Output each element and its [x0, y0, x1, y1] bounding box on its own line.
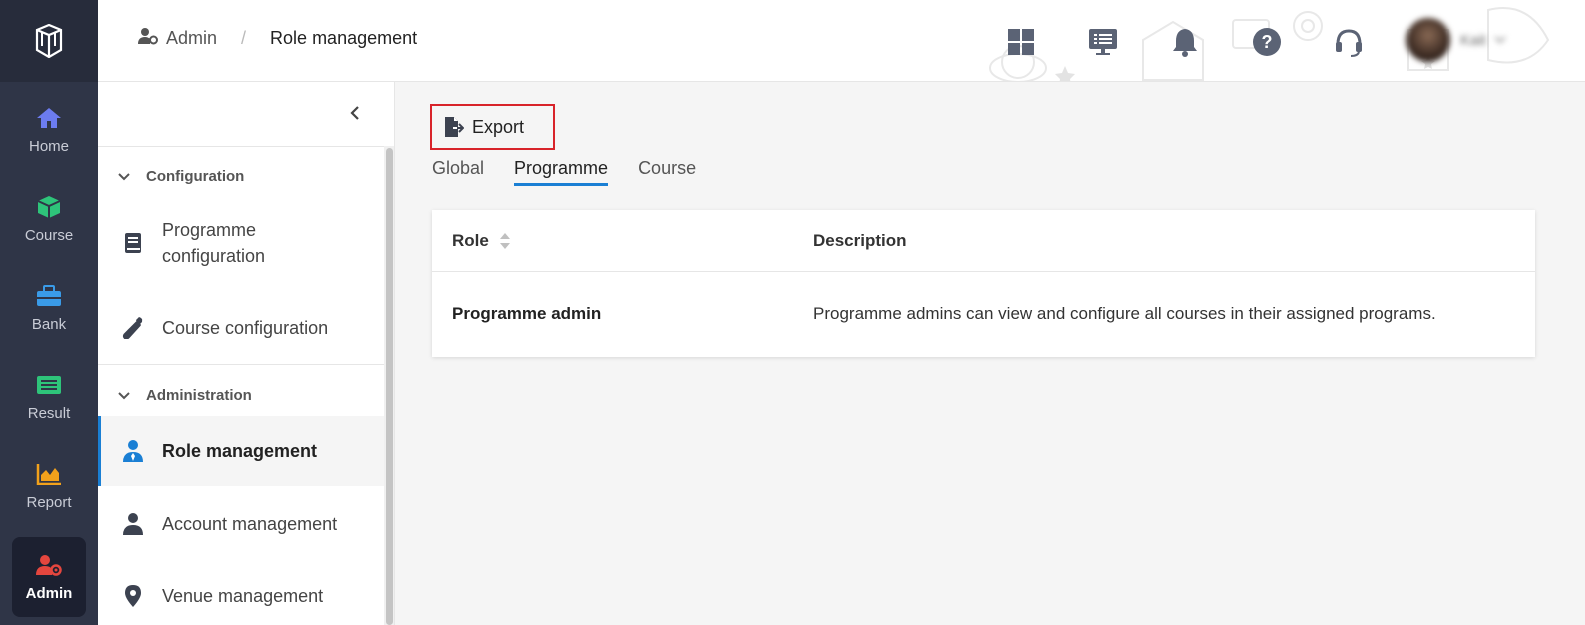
svg-text:?: ?: [1262, 32, 1273, 52]
export-button[interactable]: Export: [430, 104, 555, 150]
nav-item-venue-management[interactable]: Venue management: [98, 576, 384, 616]
rail-item-report[interactable]: Report: [12, 446, 86, 526]
table-header-row: Role Description: [432, 210, 1535, 272]
roles-table: Role Description Programme admin Program…: [432, 210, 1535, 357]
divider: [98, 364, 384, 365]
user-menu[interactable]: Kait: [1406, 18, 1506, 62]
home-icon: [36, 106, 62, 130]
export-button-label: Export: [472, 116, 525, 137]
headset-icon[interactable]: [1329, 22, 1369, 62]
breadcrumb: Admin / Role management: [138, 27, 417, 50]
cell-description: Programme admins can view and configure …: [813, 304, 1436, 323]
rail-item-label: Report: [26, 493, 72, 511]
chevron-down-icon: [1494, 31, 1506, 49]
divider: [98, 146, 384, 147]
nav-item-label: Account management: [162, 514, 338, 534]
rail-item-bank[interactable]: Bank: [12, 268, 86, 348]
table-row[interactable]: Programme admin Programme admins can vie…: [432, 272, 1535, 357]
nav-item-programme-configuration[interactable]: Programme configuration: [98, 212, 384, 274]
rail-item-label: Result: [27, 404, 71, 422]
user-gear-icon: [36, 553, 62, 577]
scrollbar-thumb[interactable]: [386, 148, 393, 625]
breadcrumb-current: Role management: [270, 28, 418, 48]
book-icon: [122, 232, 144, 254]
logo-icon: [35, 24, 63, 58]
location-pin-icon: [122, 585, 144, 607]
rail-item-label: Course: [24, 226, 74, 244]
rail-item-course[interactable]: Course: [12, 179, 86, 259]
nav-item-label: Venue management: [162, 586, 324, 606]
nav-item-label: Course configuration: [162, 318, 329, 338]
area-chart-icon: [36, 462, 62, 486]
rail-item-admin[interactable]: Admin: [12, 537, 86, 617]
sort-icon[interactable]: [499, 232, 511, 250]
cube-icon: [37, 195, 61, 219]
nav-item-label: Programme configuration: [162, 220, 266, 266]
rail-item-label: Home: [28, 137, 69, 155]
chevron-left-icon: [350, 106, 359, 120]
toolbox-icon: [36, 284, 62, 308]
top-header: Admin / Role management ? Kait: [98, 0, 1585, 82]
header-actions: ?: [1001, 22, 1411, 62]
wrench-icon: [122, 317, 144, 339]
file-export-icon: [444, 116, 464, 138]
breadcrumb-separator: /: [241, 28, 247, 48]
admin-user-gear-icon: [138, 27, 158, 50]
nav-item-role-management[interactable]: Role management: [98, 416, 384, 486]
rail-item-label: Admin: [25, 584, 73, 602]
column-header-label: Role: [452, 231, 489, 250]
tab-course[interactable]: Course: [638, 158, 696, 186]
nav-item-account-management[interactable]: Account management: [98, 504, 384, 544]
help-icon[interactable]: ?: [1247, 22, 1287, 62]
group-label: Administration: [146, 387, 252, 404]
presentation-icon[interactable]: [1083, 22, 1123, 62]
scrollbar[interactable]: [384, 146, 394, 625]
rail-item-home[interactable]: Home: [12, 90, 86, 170]
tab-global[interactable]: Global: [432, 158, 484, 186]
rail-item-result[interactable]: Result: [12, 357, 86, 437]
user-icon: [122, 513, 144, 535]
cell-role: Programme admin: [452, 304, 602, 323]
nav-item-label: Role management: [162, 441, 318, 461]
scope-tabs: Global Programme Course: [432, 158, 726, 186]
collapse-sidebar-button[interactable]: [344, 102, 366, 124]
rail-item-label: Bank: [31, 315, 67, 333]
sub-sidebar: Configuration Programme configuration Co…: [98, 82, 395, 625]
group-label: Configuration: [146, 168, 245, 185]
chevron-down-icon: [118, 391, 134, 400]
column-header-role[interactable]: Role: [452, 231, 511, 251]
group-administration[interactable]: Administration: [118, 387, 252, 404]
nav-item-course-configuration[interactable]: Course configuration: [98, 310, 384, 346]
group-configuration[interactable]: Configuration: [118, 168, 244, 185]
column-header-description: Description: [813, 231, 907, 250]
avatar: [1406, 18, 1450, 62]
left-rail: Home Course Bank Result Report Admin: [0, 0, 98, 625]
grid-icon[interactable]: [1001, 22, 1041, 62]
user-name: Kait: [1460, 31, 1486, 49]
user-tie-icon: [122, 440, 144, 462]
app-logo[interactable]: [0, 0, 98, 82]
breadcrumb-admin-link[interactable]: Admin: [166, 28, 217, 49]
chevron-down-icon: [118, 172, 134, 181]
tab-programme[interactable]: Programme: [514, 158, 609, 186]
bell-icon[interactable]: [1165, 22, 1205, 62]
list-icon: [36, 373, 62, 397]
